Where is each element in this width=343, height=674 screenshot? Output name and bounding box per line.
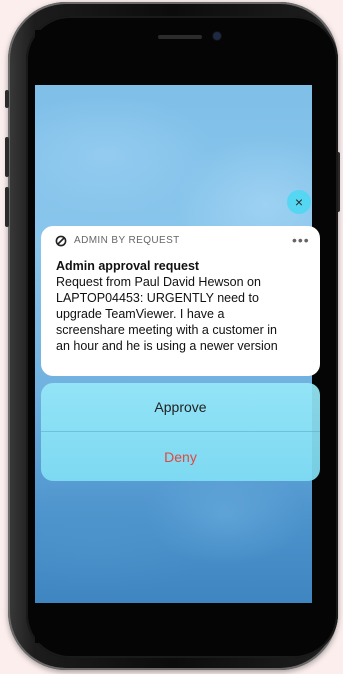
app-name: ADMIN BY REQUEST bbox=[74, 235, 180, 246]
front-camera bbox=[213, 32, 221, 40]
notification-body-line: upgrade TeamViewer. I have a bbox=[56, 307, 225, 321]
approve-button[interactable]: Approve bbox=[41, 383, 320, 431]
mute-switch bbox=[5, 90, 9, 108]
notification-body-line: screenshare meeting with a customer in bbox=[56, 323, 277, 337]
close-icon: × bbox=[294, 194, 304, 210]
notification-actions: Approve Deny bbox=[41, 383, 320, 481]
speaker-grille bbox=[158, 35, 202, 39]
block-icon bbox=[55, 235, 67, 247]
notification-card[interactable]: ADMIN BY REQUEST ••• Admin approval requ… bbox=[41, 226, 320, 376]
volume-up-button bbox=[5, 137, 9, 177]
notification-body-line: Request from Paul David Hewson on bbox=[56, 275, 261, 289]
actions-divider bbox=[41, 431, 320, 432]
deny-button[interactable]: Deny bbox=[41, 433, 320, 481]
notification-body-line: an hour and he is using a newer version bbox=[56, 339, 278, 353]
notification-body-line: LAPTOP04453: URGENTLY need to bbox=[56, 291, 259, 305]
notification-title: Admin approval request bbox=[56, 259, 200, 273]
bottom-bezel bbox=[35, 603, 312, 643]
volume-down-button bbox=[5, 187, 9, 227]
notification-header: ADMIN BY REQUEST ••• bbox=[41, 226, 320, 256]
notification-body: Request from Paul David Hewson on LAPTOP… bbox=[56, 274, 318, 354]
more-horizontal-icon[interactable]: ••• bbox=[292, 232, 310, 248]
close-button[interactable]: × bbox=[287, 190, 311, 214]
